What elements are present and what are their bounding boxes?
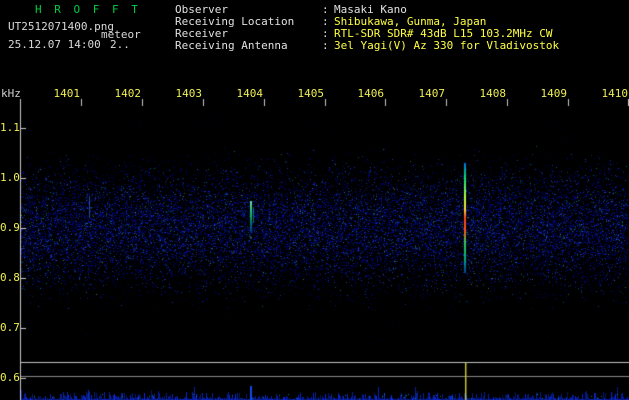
time-tick-label: 1407 bbox=[418, 87, 446, 100]
info-separator: : bbox=[322, 27, 329, 40]
time-tick-label: 1408 bbox=[479, 87, 507, 100]
time-tick-label: 1403 bbox=[175, 87, 203, 100]
app-title: H R O F F T bbox=[35, 3, 141, 16]
info-value: Masaki Kano bbox=[334, 3, 407, 16]
freq-tick-label: 0.6 bbox=[0, 371, 20, 384]
freq-tick-label: 1.0 bbox=[0, 171, 20, 184]
spectrogram-canvas bbox=[0, 0, 629, 400]
info-separator: : bbox=[322, 15, 329, 28]
time-tick-label: 1401 bbox=[53, 87, 81, 100]
info-value: Shibukawa, Gunma, Japan bbox=[334, 15, 487, 28]
info-row: Receiving Location: Shibukawa, Gunma, Jap… bbox=[175, 16, 486, 27]
counter-label: 2.. bbox=[110, 38, 130, 51]
time-tick-label: 1405 bbox=[297, 87, 325, 100]
time-tick-label: 1410 bbox=[601, 87, 629, 100]
info-value: 3el Yagi(V) Az 330 for Vladivostok bbox=[334, 39, 560, 52]
info-row: Observer: Masaki Kano bbox=[175, 4, 407, 15]
output-filename: UT2512071400.png bbox=[8, 20, 114, 33]
info-row: Receiving Antenna:3el Yagi(V) Az 330 for… bbox=[175, 40, 559, 51]
info-separator: : bbox=[322, 39, 329, 52]
freq-tick-label: 0.9 bbox=[0, 221, 20, 234]
freq-unit-label: kHz bbox=[1, 87, 21, 100]
freq-tick-label: 0.7 bbox=[0, 321, 20, 334]
time-tick-label: 1402 bbox=[114, 87, 142, 100]
info-label: Receiver bbox=[175, 27, 228, 40]
time-tick-label: 1404 bbox=[236, 87, 264, 100]
freq-tick-label: 1.1 bbox=[0, 121, 20, 134]
time-tick-label: 1409 bbox=[540, 87, 568, 100]
time-tick-label: 1406 bbox=[357, 87, 385, 100]
info-label: Receiving Antenna bbox=[175, 39, 288, 52]
hrofft-screen: H R O F F T UT2512071400.png meteor 25.1… bbox=[0, 0, 629, 400]
info-label: Observer bbox=[175, 3, 228, 16]
freq-tick-label: 0.8 bbox=[0, 271, 20, 284]
info-separator: : bbox=[322, 3, 329, 16]
datetime-label: 25.12.07 14:00 bbox=[8, 38, 101, 51]
info-label: Receiving Location bbox=[175, 15, 295, 28]
info-row: Receiver: RTL-SDR SDR# 43dB L15 103.2MHz … bbox=[175, 28, 553, 39]
info-value: RTL-SDR SDR# 43dB L15 103.2MHz CW bbox=[334, 27, 553, 40]
